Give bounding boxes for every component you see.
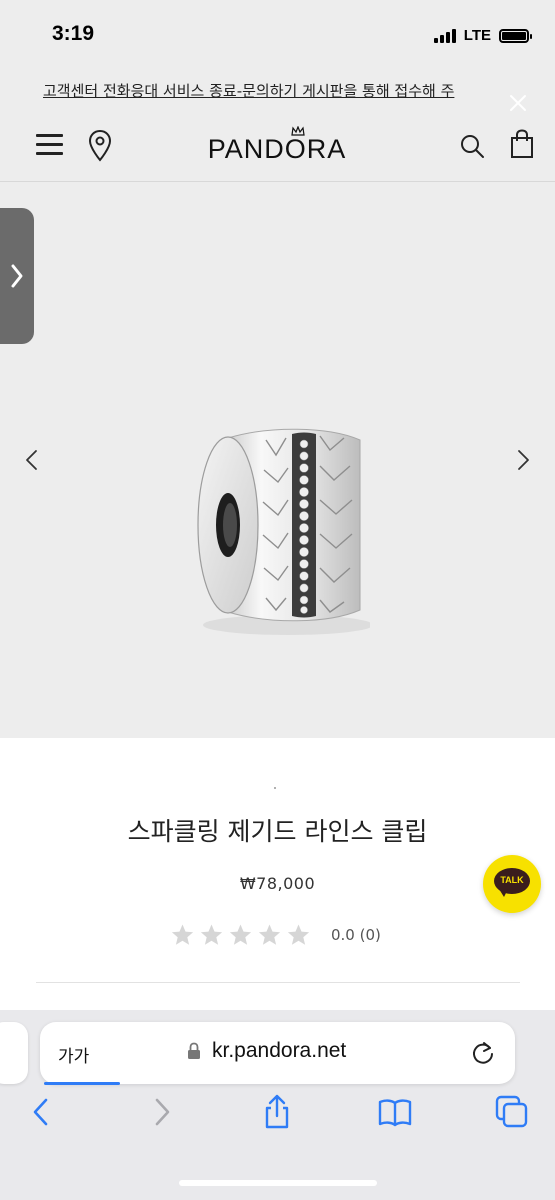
- talk-label: TALK: [500, 875, 524, 885]
- chevron-left-icon[interactable]: [22, 448, 42, 472]
- rating-text: 0.0 (0): [331, 926, 381, 944]
- star-icon: [258, 924, 281, 945]
- back-icon[interactable]: [24, 1094, 60, 1130]
- star-icon: [200, 924, 223, 945]
- chevron-right-icon[interactable]: [513, 448, 533, 472]
- product-title: 스파클링 제기드 라인스 클립: [127, 817, 428, 846]
- carousel-indicator: [274, 787, 276, 789]
- page-load-progress: [44, 1082, 120, 1085]
- network-type: LTE: [463, 27, 491, 44]
- bookmarks-icon[interactable]: [377, 1094, 413, 1130]
- rating-stars: [170, 923, 311, 947]
- lock-icon: [188, 1042, 200, 1059]
- chevron-right-icon: [11, 264, 23, 288]
- announcement-banner[interactable]: 고객센터 전화응대 서비스 종료-문의하기 게시판을 통해 접수해 주: [0, 70, 555, 114]
- product-rating[interactable]: 0.0 (0): [170, 923, 381, 947]
- forward-icon[interactable]: [143, 1094, 179, 1130]
- charm-product-image: [197, 428, 370, 635]
- share-icon[interactable]: [259, 1094, 295, 1130]
- star-icon: [229, 924, 252, 945]
- star-icon: [287, 924, 310, 945]
- text-size-button[interactable]: 가가: [58, 1042, 89, 1067]
- status-indicators: LTE: [433, 27, 532, 44]
- reload-icon[interactable]: [470, 1040, 496, 1066]
- home-indicator: [179, 1180, 377, 1186]
- site-header: PANDORA: [0, 114, 555, 182]
- menu-icon[interactable]: [36, 134, 63, 156]
- shopping-bag-icon[interactable]: [510, 129, 534, 159]
- divider: [36, 982, 520, 983]
- status-bar: 3:19 LTE: [0, 0, 555, 70]
- battery-icon: [499, 28, 532, 43]
- status-time: 3:19: [52, 22, 95, 45]
- kakao-talk-button[interactable]: TALK: [483, 855, 541, 913]
- logo-text: PANDORA: [207, 134, 347, 164]
- pandora-logo[interactable]: PANDORA: [197, 126, 357, 168]
- side-panel-tab[interactable]: [0, 208, 34, 344]
- star-icon: [171, 924, 194, 945]
- url-text[interactable]: kr.pandora.net: [212, 1039, 346, 1063]
- close-icon[interactable]: [507, 92, 529, 114]
- signal-icon: [433, 28, 456, 43]
- product-price: ₩78,000: [239, 874, 316, 893]
- address-bar[interactable]: 가가 kr.pandora.net: [40, 1022, 515, 1084]
- search-icon[interactable]: [459, 133, 485, 159]
- announcement-text[interactable]: 고객센터 전화응대 서비스 종료-문의하기 게시판을 통해 접수해 주: [43, 80, 505, 101]
- location-pin-icon[interactable]: [88, 129, 112, 163]
- tabs-icon[interactable]: [494, 1094, 530, 1130]
- previous-tab[interactable]: [0, 1022, 28, 1084]
